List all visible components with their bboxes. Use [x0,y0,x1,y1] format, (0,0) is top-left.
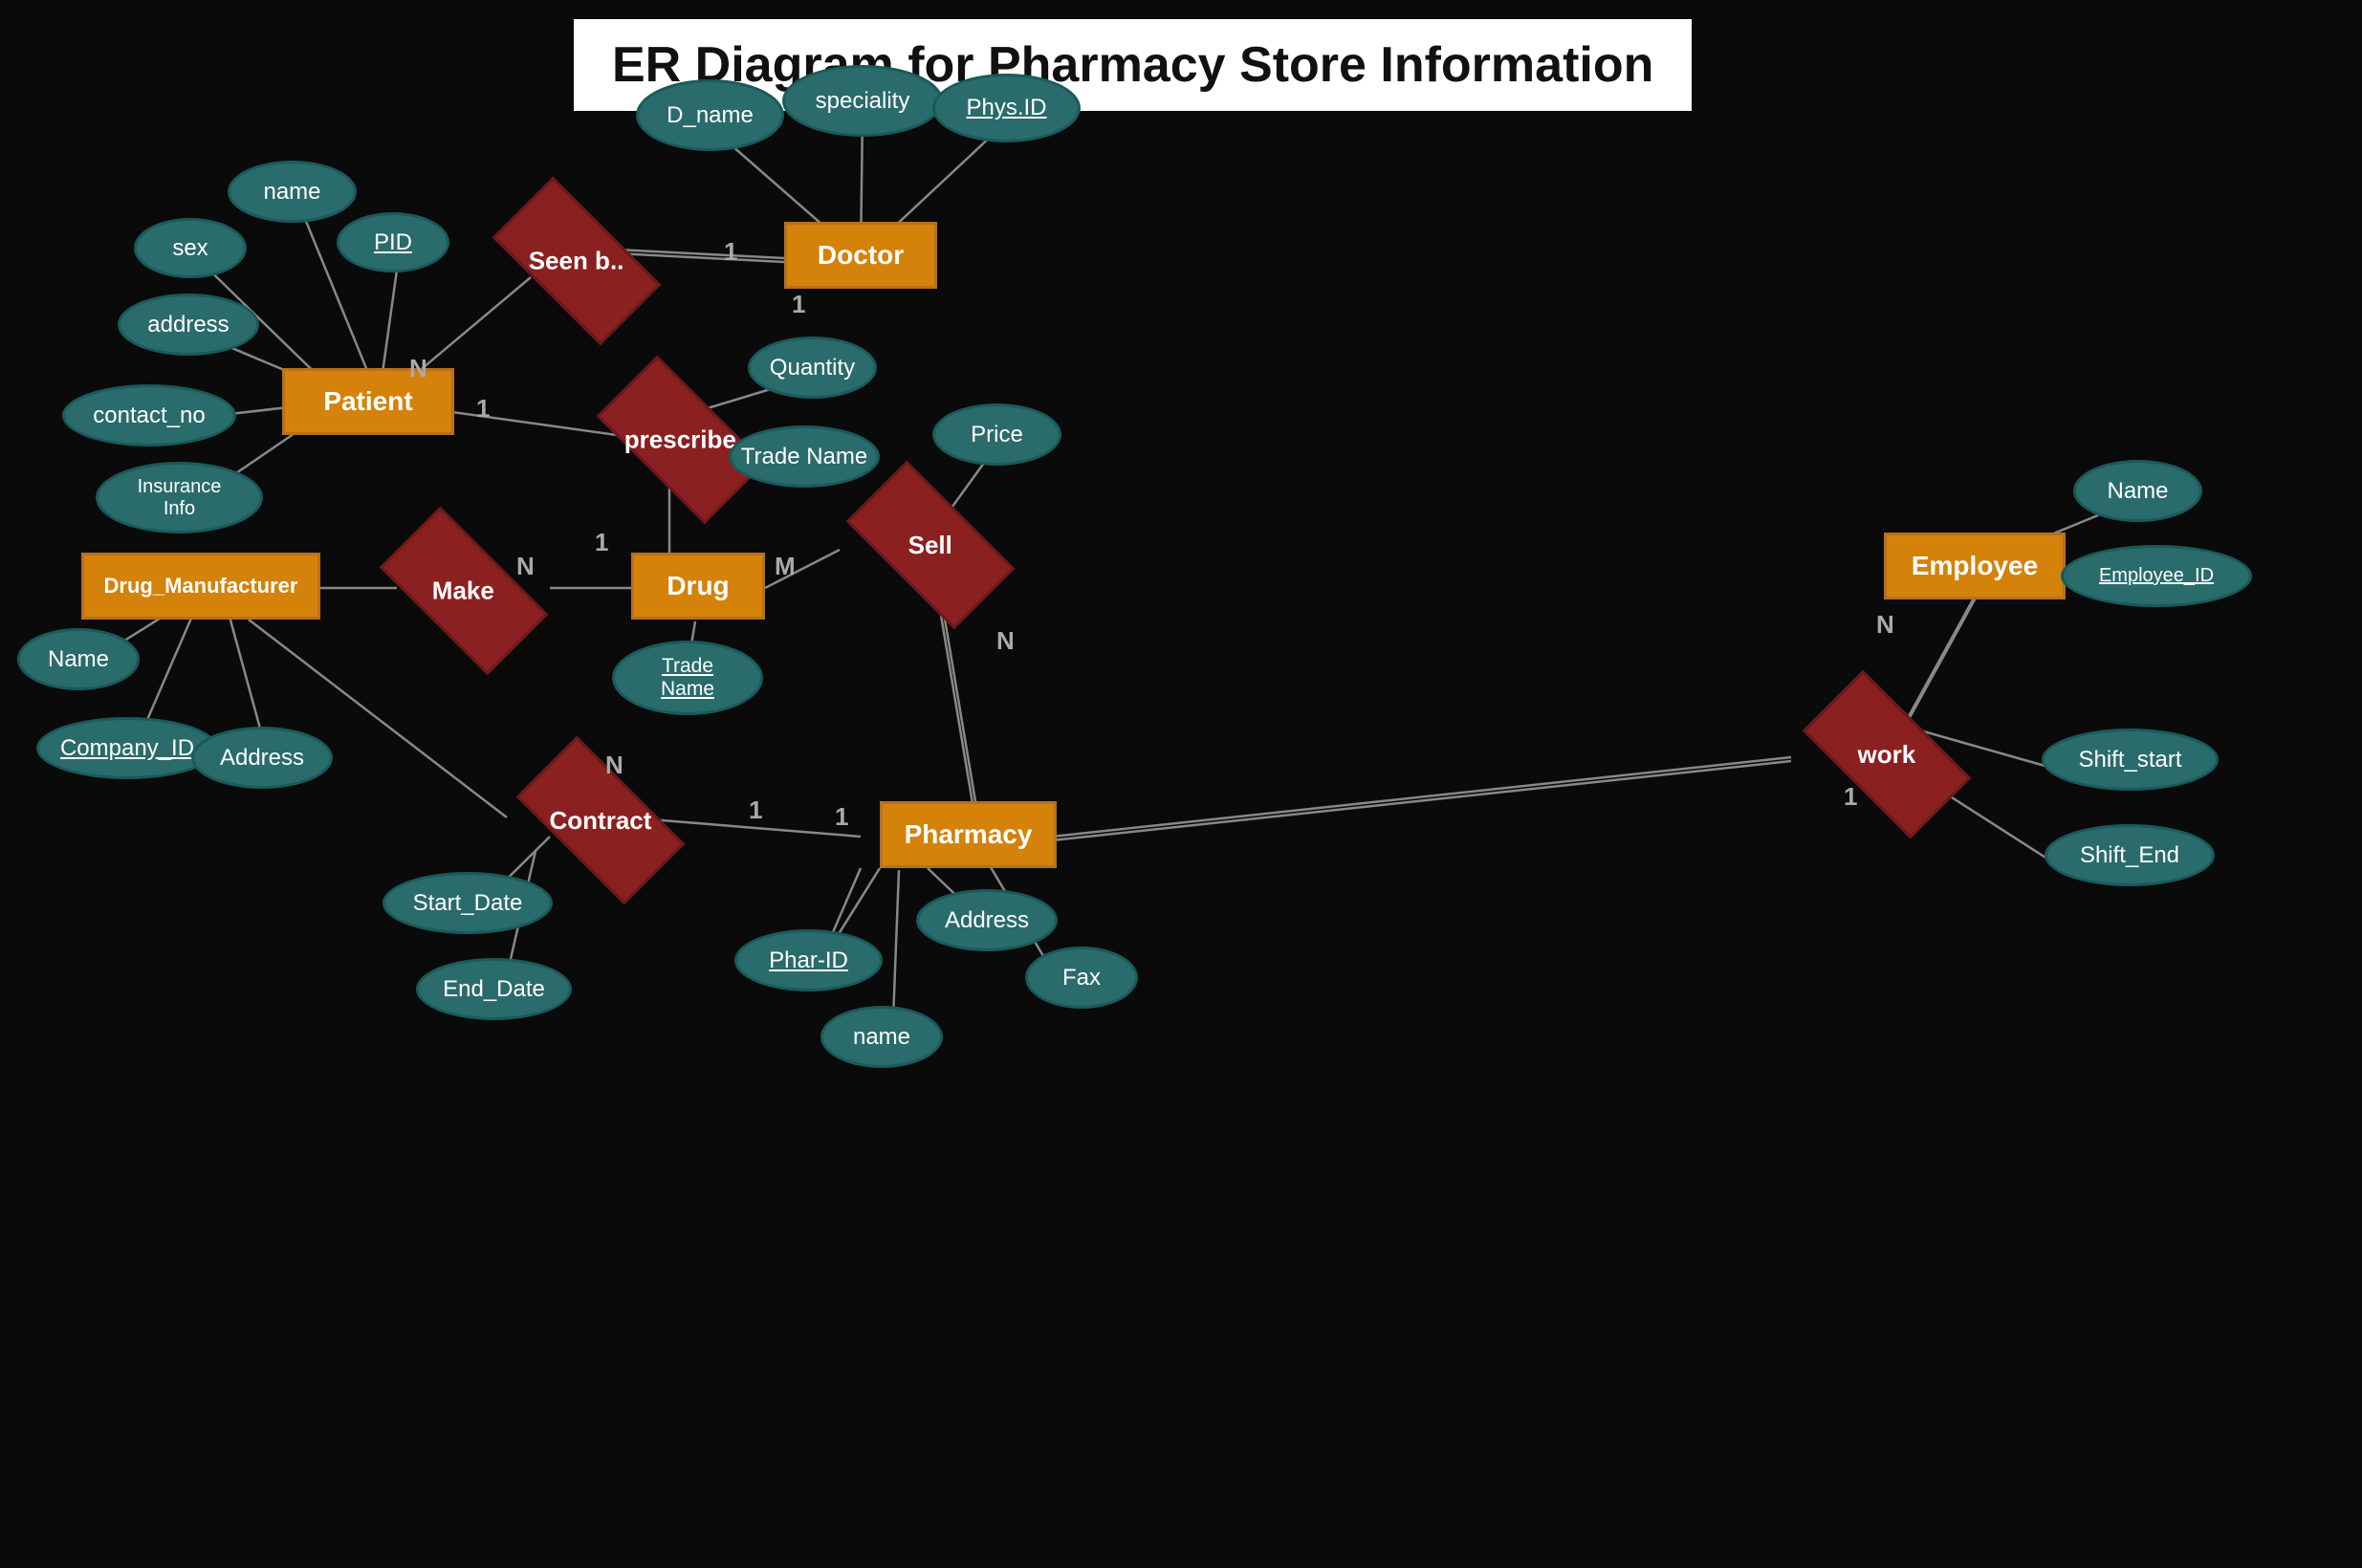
card-sell-m: M [775,552,796,581]
card-work-1: 1 [1844,782,1857,812]
attr-pharmacy-address: Address [916,889,1058,951]
attr-d-name: D_name [636,79,784,151]
attr-pharmacy-name: name [820,1006,943,1068]
attr-patient-insurance: Insurance Info [96,462,263,534]
card-make-1: 1 [595,528,608,557]
attr-contract-end: End_Date [416,958,572,1020]
relationship-seen-by: Seen b.. [492,177,662,346]
relationship-make: Make [380,507,549,676]
attr-patient-pid: PID [337,212,449,272]
attr-speciality: speciality [782,65,943,137]
attr-phys-id: Phys.ID [932,74,1081,142]
attr-employee-id: Employee_ID [2061,545,2252,607]
card-prescribe-1: 1 [476,394,490,424]
attr-mfr-address: Address [191,727,333,789]
attr-employee-name: Name [2073,460,2202,522]
attr-patient-contact: contact_no [62,384,236,446]
attr-patient-name: name [228,161,357,223]
attr-pharmacy-id: Phar-ID [734,929,883,991]
card-contract-n: N [605,751,623,780]
attr-work-shift-start: Shift_start [2042,729,2219,791]
attr-mfr-name: Name [17,628,140,690]
entity-pharmacy: Pharmacy [880,801,1057,868]
attr-prescribe-date: Quantity [748,337,877,399]
card-sell-1: 1 [835,802,848,832]
relationship-contract: Contract [516,736,686,905]
attr-work-shift-end: Shift_End [2045,824,2215,886]
card-contract-1: 1 [749,795,762,825]
entity-employee: Employee [1884,533,2066,599]
entity-doctor: Doctor [784,222,937,289]
entity-drug-manufacturer: Drug_Manufacturer [81,553,320,620]
entity-patient: Patient [282,368,454,435]
entity-drug: Drug [631,553,765,620]
card-sell-n: N [996,626,1015,656]
attr-patient-sex: sex [134,218,247,278]
attr-drug-trade-name: Trade Name [612,641,763,715]
card-seen-1: 1 [724,237,737,267]
relationship-work: work [1803,670,1972,839]
attr-contract-start: Start_Date [383,872,553,934]
card-seen-1b: 1 [792,290,805,319]
attr-pharmacy-fax: Fax [1025,947,1138,1009]
attr-prescribe-quantity: Trade Name [729,425,880,488]
card-make-n: N [516,552,535,581]
card-prescribe-n: N [409,354,427,383]
attr-sell-price: Price [932,403,1061,466]
card-work-n: N [1876,610,1894,640]
attr-patient-address: address [118,294,259,356]
relationship-sell: Sell [846,461,1016,630]
attr-mfr-company-id: Company_ID [36,717,218,779]
